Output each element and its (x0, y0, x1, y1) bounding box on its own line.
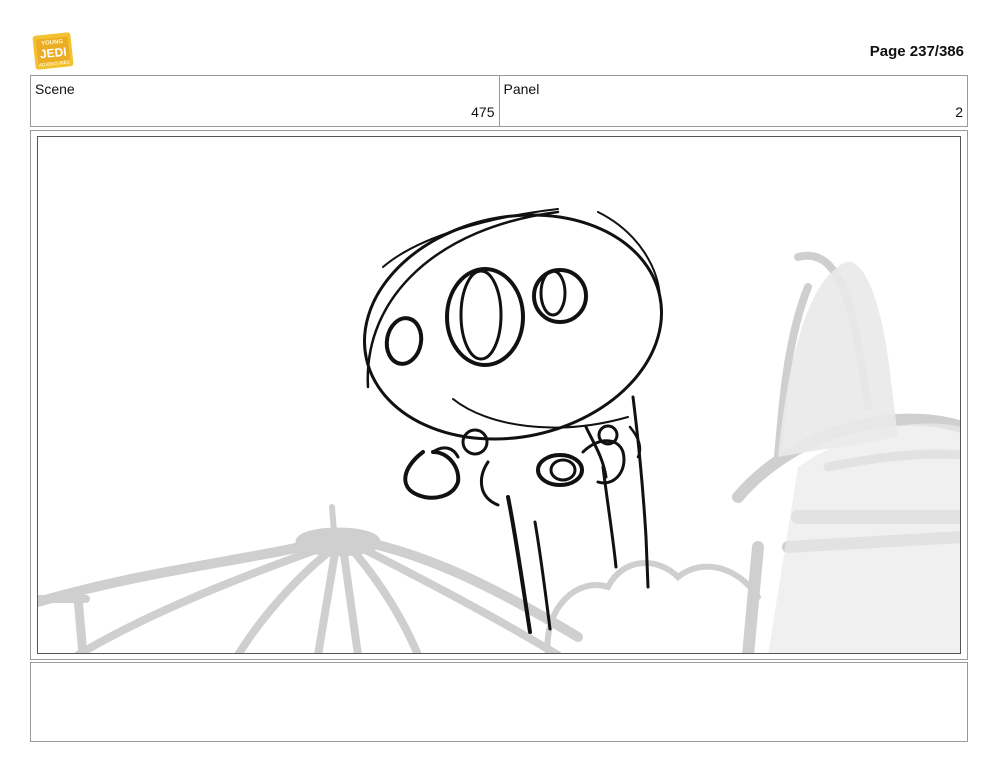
scene-cell: Scene 475 (31, 76, 499, 126)
scene-label: Scene (35, 81, 75, 97)
panel-notes-box (30, 662, 968, 742)
panel-value: 2 (955, 104, 963, 120)
scene-value: 475 (471, 104, 495, 120)
page-number: Page 237/386 (869, 43, 964, 60)
show-logo: YOUNG JEDI ADVENTURES (32, 30, 74, 72)
logo-text-main: JEDI (39, 45, 67, 62)
panel-label: Panel (503, 81, 540, 97)
scene-panel-info: Scene 475 Panel 2 (30, 75, 968, 127)
storyboard-sketch-image (37, 136, 961, 654)
panel-cell: Panel 2 (498, 76, 968, 126)
storyboard-panel-frame (30, 130, 968, 660)
